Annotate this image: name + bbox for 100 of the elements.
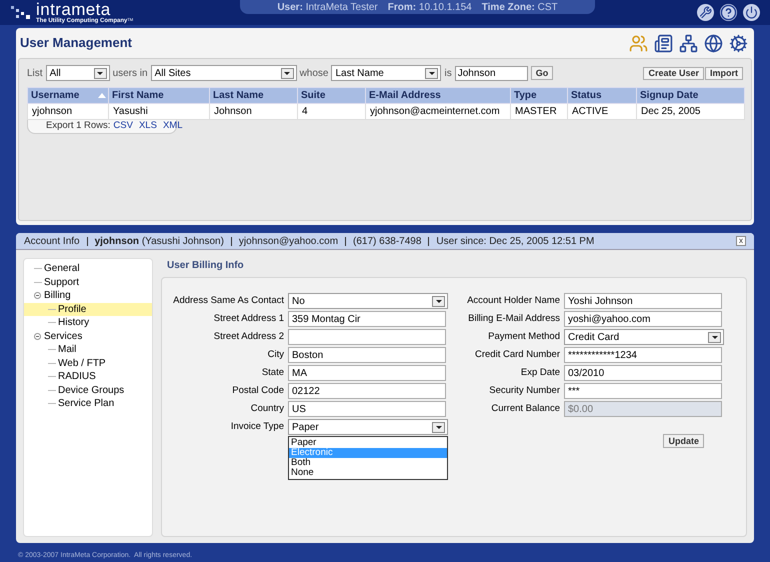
column-header[interactable]: Last Name bbox=[210, 88, 298, 104]
field-label: Current Balance bbox=[490, 402, 561, 416]
tree-label: Device Groups bbox=[58, 384, 124, 398]
page-title: User Management bbox=[20, 34, 132, 52]
dropdown-option[interactable]: Both bbox=[289, 458, 447, 468]
account-info-title: Account Info bbox=[24, 234, 80, 248]
tree-label: Profile bbox=[58, 302, 86, 317]
power-icon[interactable] bbox=[743, 4, 760, 21]
export-label: Export 1 Rows: bbox=[46, 119, 110, 134]
dropdown-option[interactable]: None bbox=[289, 468, 447, 478]
tree-item[interactable]: Service Plan bbox=[24, 397, 152, 410]
tree-item[interactable]: Billing bbox=[24, 289, 152, 302]
update-button[interactable]: Update bbox=[663, 434, 704, 448]
globe-icon[interactable] bbox=[704, 34, 723, 52]
field-label: Street Address 1 bbox=[212, 312, 285, 326]
export-link[interactable]: XLS bbox=[138, 119, 157, 134]
select-field[interactable]: No bbox=[288, 293, 448, 309]
tree-label: Web / FTP bbox=[58, 356, 106, 371]
column-header[interactable]: Signup Date bbox=[636, 88, 744, 104]
select-field[interactable]: Credit Card bbox=[564, 329, 724, 345]
input-field[interactable] bbox=[288, 329, 446, 345]
field-label: State bbox=[260, 366, 285, 380]
tree-item[interactable]: Support bbox=[24, 276, 152, 289]
field-label: Postal Code bbox=[231, 384, 285, 398]
field-label: Street Address 2 bbox=[212, 330, 285, 344]
action-button[interactable]: Create User bbox=[643, 66, 704, 80]
session-info: From: 10.10.1.154 bbox=[388, 0, 472, 14]
tree-item[interactable]: Device Groups bbox=[24, 384, 152, 397]
tree-label: Mail bbox=[58, 343, 76, 358]
table-cell: ACTIVE bbox=[568, 104, 636, 120]
input-field[interactable]: Boston bbox=[288, 347, 446, 363]
table-cell: MASTER bbox=[510, 104, 568, 120]
account-name: yjohnson (Yasushi Johnson) bbox=[94, 234, 224, 248]
select-field[interactable]: Paper bbox=[288, 419, 448, 435]
export-link[interactable]: XML bbox=[162, 119, 182, 134]
search-field[interactable]: Johnson bbox=[454, 66, 528, 80]
field-label: Country bbox=[250, 402, 285, 416]
table-cell: Johnson bbox=[210, 104, 298, 120]
tree-label: Service Plan bbox=[58, 397, 114, 412]
collapse-icon[interactable] bbox=[34, 292, 41, 300]
help-icon[interactable] bbox=[720, 4, 737, 21]
column-header[interactable]: Username bbox=[28, 88, 108, 104]
input-field[interactable]: MA bbox=[288, 365, 446, 381]
tree-item[interactable]: Mail bbox=[24, 343, 152, 356]
field-label: Payment Method bbox=[487, 330, 561, 344]
input-field[interactable]: US bbox=[288, 401, 446, 417]
field-select[interactable]: Last Name bbox=[331, 65, 442, 81]
column-header[interactable]: First Name bbox=[108, 88, 210, 104]
session-info: User: IntraMeta Tester bbox=[277, 0, 378, 14]
filter-label: List bbox=[27, 66, 43, 80]
input-field[interactable]: 02122 bbox=[288, 383, 446, 399]
input-field[interactable]: yoshi@yahoo.com bbox=[564, 311, 722, 327]
input-field[interactable]: Yoshi Johnson bbox=[564, 293, 722, 309]
field-label: Credit Card Number bbox=[474, 348, 561, 362]
readonly-field: $0.00 bbox=[564, 401, 722, 417]
tree-label: RADIUS bbox=[58, 370, 96, 384]
list-select[interactable]: All bbox=[46, 65, 110, 81]
input-field[interactable]: *** bbox=[564, 383, 722, 399]
field-label: Security Number bbox=[488, 384, 561, 398]
tree-label: Billing bbox=[44, 289, 71, 304]
column-header[interactable]: Type bbox=[510, 88, 568, 104]
dropdown-option[interactable]: Paper bbox=[289, 438, 447, 448]
input-field[interactable]: ************1234 bbox=[564, 347, 722, 363]
filter-label: whose bbox=[300, 66, 328, 80]
filter-label: users in bbox=[112, 66, 148, 80]
field-label: Account Holder Name bbox=[466, 294, 561, 308]
site-select[interactable]: All Sites bbox=[150, 65, 297, 81]
column-header[interactable]: Suite bbox=[298, 88, 366, 104]
account-email: yjohnson@yahoo.com bbox=[238, 234, 338, 248]
input-field[interactable]: 359 Montag Cir bbox=[288, 311, 446, 327]
section-title: User Billing Info bbox=[166, 259, 245, 273]
table-cell: yjohnson@acmeinternet.com bbox=[366, 104, 510, 120]
close-button[interactable]: x bbox=[736, 236, 746, 246]
tree-label: History bbox=[58, 316, 90, 330]
field-label: City bbox=[266, 348, 285, 362]
account-since: User since: Dec 25, 2005 12:51 PM bbox=[436, 234, 594, 248]
field-label: Billing E-Mail Address bbox=[467, 312, 561, 326]
tree-item[interactable]: History bbox=[24, 316, 152, 330]
tree-label: Services bbox=[44, 330, 82, 344]
tree-item[interactable]: Services bbox=[24, 330, 152, 343]
action-button[interactable]: Import bbox=[705, 66, 743, 80]
logo-icon bbox=[10, 4, 32, 22]
session-info: Time Zone: CST bbox=[482, 0, 558, 14]
tree-item[interactable]: RADIUS bbox=[24, 370, 152, 384]
column-header[interactable]: E-Mail Address bbox=[366, 88, 510, 104]
field-label: Address Same As Contact bbox=[172, 294, 285, 308]
logo-text: intrameta bbox=[36, 1, 111, 18]
tree-item[interactable]: Profile bbox=[24, 302, 152, 316]
go-button[interactable]: Go bbox=[530, 66, 554, 80]
collapse-icon[interactable] bbox=[34, 332, 41, 340]
export-link[interactable]: CSV bbox=[113, 119, 133, 134]
document-icon[interactable] bbox=[654, 34, 673, 52]
table-cell: 4 bbox=[298, 104, 366, 120]
input-field[interactable]: 03/2010 bbox=[564, 365, 722, 381]
network-icon[interactable] bbox=[679, 34, 698, 52]
tree-item[interactable]: General bbox=[24, 262, 152, 276]
tree-item[interactable]: Web / FTP bbox=[24, 356, 152, 370]
settings-icon[interactable] bbox=[697, 4, 714, 21]
column-header[interactable]: Status bbox=[568, 88, 636, 104]
filter-label: is bbox=[444, 66, 452, 80]
